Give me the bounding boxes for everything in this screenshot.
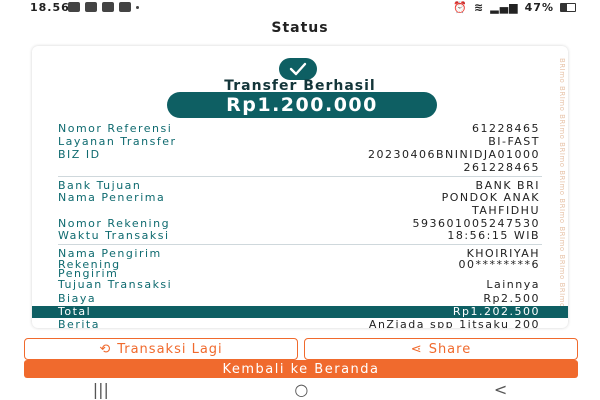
page-title: Status (271, 20, 329, 36)
notification-icons (68, 2, 139, 12)
detail-label: Biaya (58, 292, 97, 305)
detail-value-line1: 20230406BNINIDJA01000 (367, 148, 540, 161)
detail-row-biz-id: BIZ ID 20230406BNINIDJA01000 261228465 (32, 148, 568, 174)
detail-row-fee: Biaya Rp2.500 (32, 292, 568, 306)
navigation-bar: ||| ○ < (0, 378, 600, 400)
detail-value: PONDOK ANAK TAHFIDHU (442, 191, 540, 217)
detail-row-recipient: Nama Penerima PONDOK ANAK TAHFIDHU (32, 191, 568, 217)
detail-row-time: Waktu Transaksi 18:56:15 WIB (32, 229, 568, 242)
detail-value: Lainnya (486, 278, 540, 291)
alarm-icon: ⏰ (453, 1, 469, 14)
detail-row-total: Total Rp1.202.500 (32, 306, 568, 318)
status-bar: 18.56 ⏰ ≋ ▂▄▆ 47% (0, 0, 600, 16)
detail-label: Nama Penerima (58, 191, 166, 204)
repeat-transaction-label: Transaksi Lagi (117, 341, 223, 357)
amount-badge: Rp1.200.000 (167, 92, 437, 118)
receipt-card: BRImo BRImo BRImo BRImo BRImo BRImo BRIm… (32, 46, 568, 328)
detail-value: 00********6 (458, 258, 540, 271)
youtube-icon (85, 2, 97, 12)
detail-label: Waktu Transaksi (58, 229, 170, 242)
detail-row-note: Berita AnZiada spp 1jtsaku 200 (32, 318, 568, 328)
detail-value: 18:56:15 WIB (447, 229, 540, 242)
detail-value: BI-FAST (488, 135, 540, 148)
message-icon (102, 2, 114, 12)
share-button[interactable]: ⋖ Share (304, 338, 578, 360)
detail-value-line2: 261228465 (463, 161, 540, 174)
mail-icon (119, 2, 131, 12)
detail-value: Rp1.202.500 (452, 305, 540, 318)
detail-row-service: Layanan Transfer BI-FAST (32, 135, 568, 148)
wifi-icon: ≋ (474, 1, 485, 14)
detail-value-line1: PONDOK ANAK (441, 191, 540, 204)
detail-value: 593601005247530 (412, 217, 540, 230)
detail-value: 20230406BNINIDJA01000 261228465 (368, 148, 540, 174)
share-label: Share (428, 341, 472, 357)
detail-label: Rekening Pengirim (58, 259, 121, 279)
detail-value: AnZiada spp 1jtsaku 200 (368, 318, 540, 328)
detail-row-sender-account: Rekening Pengirim 00********6 (32, 258, 568, 279)
divider (58, 176, 542, 177)
back-to-home-button[interactable]: Kembali ke Beranda (24, 360, 578, 378)
detail-label: Bank Tujuan (58, 179, 142, 192)
share-icon: ⋖ (410, 341, 423, 357)
detail-label: Layanan Transfer (58, 135, 177, 148)
refresh-icon: ⟲ (99, 341, 112, 357)
signal-icon: ▂▄▆ (490, 1, 519, 14)
system-indicators: ⏰ ≋ ▂▄▆ 47% (453, 1, 576, 14)
repeat-transaction-button[interactable]: ⟲ Transaksi Lagi (24, 338, 298, 360)
detail-row-account: Nomor Rekening 593601005247530 (32, 217, 568, 230)
detail-value: BANK BRI (475, 179, 540, 192)
detail-value: 61228465 (472, 122, 540, 135)
recent-apps-button[interactable]: ||| (93, 380, 109, 399)
back-button[interactable]: < (494, 380, 507, 399)
detail-value: Rp2.500 (483, 292, 540, 305)
battery-icon (560, 3, 576, 12)
detail-label: Nomor Rekening (58, 217, 171, 230)
detail-row-reference: Nomor Referensi 61228465 (32, 122, 568, 135)
detail-label: Nomor Referensi (58, 122, 173, 135)
detail-label: BIZ ID (58, 148, 101, 161)
home-button[interactable]: ○ (294, 380, 308, 399)
more-dot-icon (136, 6, 139, 9)
battery-percent: 47% (524, 1, 554, 14)
detail-label: Tujuan Transaksi (58, 278, 173, 291)
detail-row-purpose: Tujuan Transaksi Lainnya (32, 278, 568, 292)
transaction-details: Nomor Referensi 61228465 Layanan Transfe… (32, 122, 568, 328)
detail-label: Berita (58, 318, 100, 328)
detail-label: Total (58, 305, 92, 318)
clock: 18.56 (30, 1, 70, 14)
divider (58, 244, 542, 245)
detail-row-bank: Bank Tujuan BANK BRI (32, 179, 568, 192)
success-check-icon (279, 58, 317, 80)
detail-value-line2: TAHFIDHU (471, 204, 540, 217)
image-icon (68, 2, 80, 12)
